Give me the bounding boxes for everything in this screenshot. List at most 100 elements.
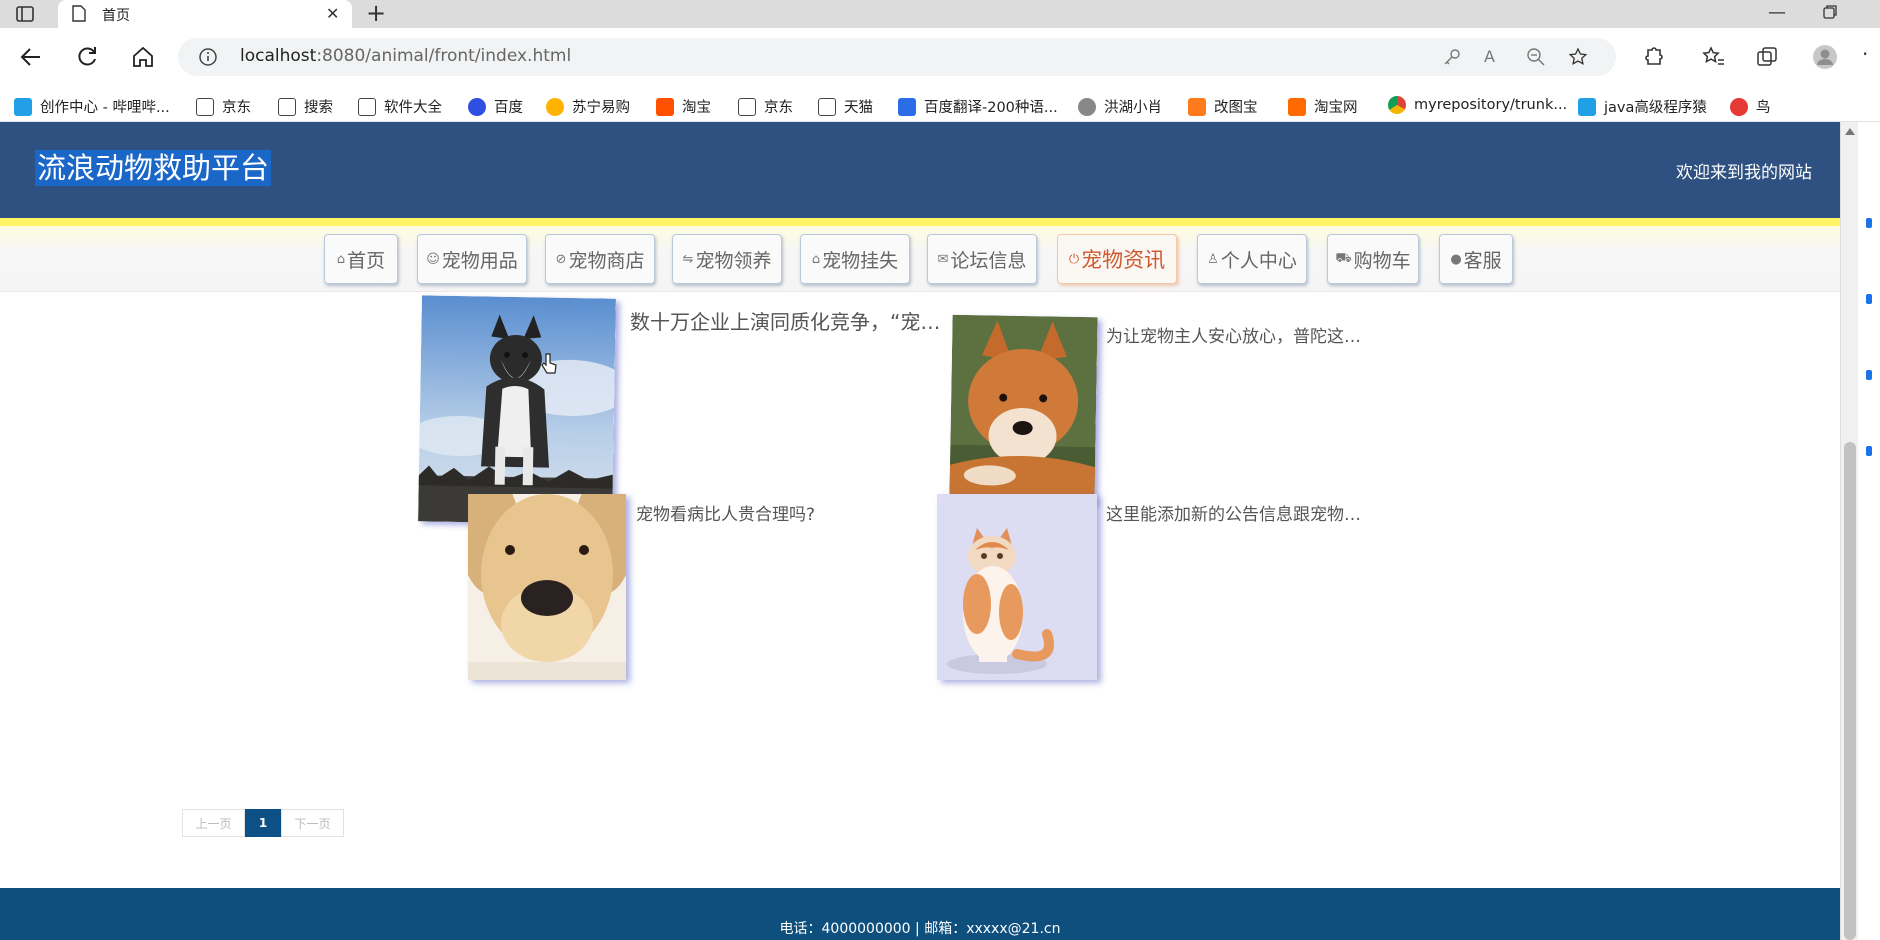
baidu-paw-icon <box>468 97 486 116</box>
url-text[interactable]: localhost:8080/animal/front/index.html <box>240 46 571 66</box>
bird-icon <box>1078 97 1096 116</box>
browser-tab-active[interactable]: 首页 ✕ <box>58 0 352 28</box>
sidebar-marker[interactable] <box>1866 294 1872 304</box>
power-icon: ⏻ <box>1068 251 1080 267</box>
bookmark-item[interactable]: 百度翻译-200种语... <box>898 96 1058 117</box>
pager-prev-button[interactable]: 上一页 <box>182 809 245 837</box>
header-accent-line <box>0 218 1840 226</box>
page-icon <box>358 97 376 116</box>
tab-actions-icon[interactable] <box>14 3 36 25</box>
key-icon[interactable] <box>1442 47 1462 67</box>
chat-icon: ● <box>1450 251 1462 267</box>
bookmark-item[interactable]: 创作中心 - 哔哩哔... <box>14 96 170 117</box>
profile-avatar-icon[interactable] <box>1812 44 1838 70</box>
read-aloud-icon[interactable]: A <box>1484 47 1504 67</box>
page-icon <box>818 97 836 116</box>
favorites-icon[interactable] <box>1700 44 1726 70</box>
user-icon: ♙ <box>1207 251 1219 267</box>
sidebar-marker[interactable] <box>1866 370 1872 380</box>
news-title[interactable]: 为让宠物主人安心放心，普陀这… <box>1106 322 1361 347</box>
page-icon <box>278 97 296 116</box>
sidebar-marker[interactable] <box>1866 446 1872 456</box>
bookmark-label: 淘宝 <box>682 100 711 116</box>
news-title[interactable]: 这里能添加新的公告信息跟宠物… <box>1106 500 1361 525</box>
husky-image <box>418 295 616 525</box>
news-title[interactable]: 宠物看病比人贵合理吗? <box>636 500 815 525</box>
mail-icon: ✉ <box>937 251 949 267</box>
extensions-icon[interactable] <box>1640 44 1666 70</box>
bookmark-item[interactable]: 软件大全 <box>358 96 442 117</box>
news-image-shiba[interactable] <box>949 314 1098 504</box>
nav-cart[interactable]: ⛟ 购物车 <box>1327 234 1419 284</box>
bookmark-item[interactable]: 淘宝网 <box>1288 96 1358 117</box>
address-bar[interactable]: localhost:8080/animal/front/index.html A <box>178 38 1616 76</box>
suning-icon <box>546 97 564 116</box>
footer-text: 电话：4000000000 | 邮箱：xxxxx@21.cn <box>779 921 1061 937</box>
url-path: :8080/animal/front/index.html <box>316 46 572 66</box>
page-scrollbar[interactable] <box>1840 122 1858 940</box>
nav-customer-service[interactable]: ● 客服 <box>1439 234 1513 284</box>
bookmark-item[interactable]: 京东 <box>196 96 251 117</box>
more-menu-icon[interactable]: · <box>1862 42 1868 66</box>
address-toolbar: localhost:8080/animal/front/index.html A… <box>0 28 1880 88</box>
nav-user-center[interactable]: ♙ 个人中心 <box>1197 234 1307 284</box>
nav-home[interactable]: ⌂ 首页 <box>324 234 398 284</box>
bookmark-label: 苏宁易购 <box>572 100 630 116</box>
pager-next-button[interactable]: 下一页 <box>281 809 344 837</box>
bookmark-label: java高级程序猿 <box>1604 100 1707 116</box>
bookmark-item[interactable]: myrepository/trunk... <box>1388 96 1567 114</box>
pet-face-icon: ☺ <box>426 251 440 267</box>
nav-pet-news[interactable]: ⏻ 宠物资讯 <box>1057 234 1177 284</box>
bookmark-item[interactable]: java高级程序猿 <box>1578 96 1707 117</box>
bookmark-item[interactable]: 洪湖小肖 <box>1078 96 1162 117</box>
bookmark-item[interactable]: 百度 <box>468 96 523 117</box>
scroll-up-icon[interactable] <box>1845 128 1855 135</box>
nav-label: 购物车 <box>1353 249 1411 272</box>
main-nav: ⌂ 首页 ☺ 宠物用品 ⊘ 宠物商店 ⇋ 宠物领养 ⌂ 宠物挂失 ✉ 论坛信息 ⏻ 宠物资讯 … <box>0 226 1840 292</box>
bookmark-label: 洪湖小肖 <box>1104 100 1162 116</box>
refresh-icon[interactable] <box>74 44 100 70</box>
bookmark-label: 天猫 <box>844 100 873 116</box>
nav-forum[interactable]: ✉ 论坛信息 <box>927 234 1037 284</box>
back-arrow-icon[interactable] <box>18 44 44 70</box>
bookmark-item[interactable]: 改图宝 <box>1188 96 1258 117</box>
bookmarks-bar: 创作中心 - 哔哩哔... 京东 搜索 软件大全 百度 苏宁易购 淘宝 京东 天… <box>0 88 1880 122</box>
new-tab-icon[interactable]: + <box>366 1 386 25</box>
zoom-out-icon[interactable] <box>1526 47 1546 67</box>
bookmark-item[interactable]: 淘宝 <box>656 96 711 117</box>
bookmark-item[interactable]: 搜索 <box>278 96 333 117</box>
nav-pet-supplies[interactable]: ☺ 宠物用品 <box>417 234 527 284</box>
nav-label: 个人中心 <box>1220 249 1297 272</box>
news-title[interactable]: 数十万企业上演同质化竞争，“宠… <box>630 306 940 335</box>
sidebar-marker[interactable] <box>1866 218 1872 228</box>
add-favorite-icon[interactable] <box>1568 47 1588 67</box>
news-image-husky[interactable] <box>418 295 616 525</box>
bookmark-item[interactable]: 天猫 <box>818 96 873 117</box>
window-restore-icon[interactable] <box>1822 4 1838 20</box>
nav-pet-store[interactable]: ⊘ 宠物商店 <box>545 234 655 284</box>
site-info-icon[interactable] <box>198 47 218 67</box>
nav-pet-adoption[interactable]: ⇋ 宠物领养 <box>672 234 782 284</box>
scrollbar-thumb[interactable] <box>1844 442 1856 940</box>
bookmark-label: 百度 <box>494 100 523 116</box>
tab-close-icon[interactable]: ✕ <box>326 4 339 23</box>
welcome-text: 欢迎来到我的网站 <box>1676 163 1812 183</box>
bookmark-item[interactable]: 京东 <box>738 96 793 117</box>
bookmark-label: 淘宝网 <box>1314 100 1358 116</box>
home-browser-icon[interactable] <box>130 44 156 70</box>
nav-label: 客服 <box>1463 249 1502 272</box>
bookmark-label: 京东 <box>764 100 793 116</box>
pager-current-page[interactable]: 1 <box>245 809 281 837</box>
car-icon: ⌂ <box>811 251 821 267</box>
bookmark-item[interactable]: 苏宁易购 <box>546 96 630 117</box>
nav-label: 宠物领养 <box>695 249 772 272</box>
translate-icon <box>898 97 916 116</box>
site-footer: 电话：4000000000 | 邮箱：xxxxx@21.cn <box>0 888 1840 940</box>
collections-icon[interactable] <box>1754 44 1780 70</box>
nav-pet-lost[interactable]: ⌂ 宠物挂失 <box>800 234 910 284</box>
window-minimize-icon[interactable]: — <box>1768 2 1786 23</box>
news-image-labrador[interactable] <box>468 494 626 680</box>
news-image-cat[interactable] <box>937 494 1097 680</box>
bookmark-label: 搜索 <box>304 100 333 116</box>
bookmark-item[interactable]: 鸟 <box>1730 96 1771 117</box>
